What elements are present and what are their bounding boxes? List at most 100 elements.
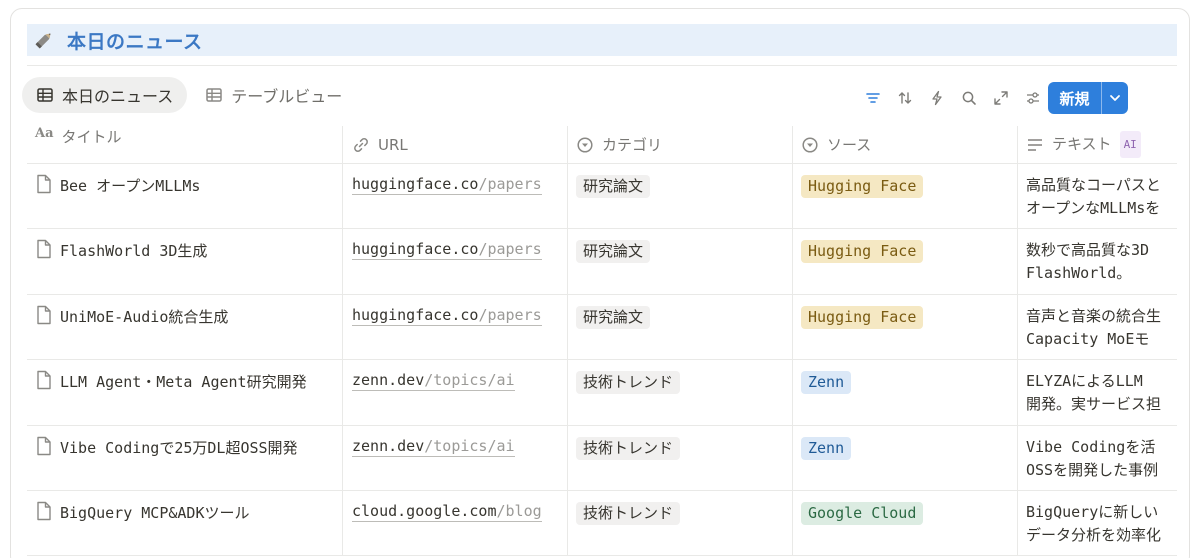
table-row[interactable]: BigQuery MCP&ADKツール cloud.google.com/blo… (27, 490, 1177, 557)
title-cell[interactable]: UniMoE-Audio統合生成 (27, 294, 343, 360)
row-title: UniMoE-Audio統合生成 (60, 307, 229, 326)
new-button-label[interactable]: 新規 (1048, 82, 1101, 114)
url-link[interactable]: huggingface.co/papers (352, 175, 542, 195)
text-cell[interactable]: 数秒で高品質な3D FlashWorld。 (1018, 229, 1177, 293)
page-icon (37, 436, 51, 455)
table-row[interactable]: UniMoE-Audio統合生成 huggingface.co/papers 研… (27, 294, 1177, 361)
category-tag: 研究論文 (576, 305, 651, 329)
title-cell[interactable]: Bee オープンMLLMs (27, 164, 343, 229)
category-cell[interactable]: 技術トレンド (568, 490, 793, 556)
search-button[interactable] (953, 84, 985, 112)
column-header-title[interactable]: Aa タイトル (27, 126, 343, 163)
page-title: 本日のニュース (67, 30, 203, 53)
url-cell[interactable]: zenn.dev/topics/ai (343, 425, 568, 490)
filter-button[interactable] (857, 84, 889, 112)
url-path: /papers (478, 175, 542, 193)
automation-button[interactable] (921, 84, 953, 112)
source-tag: Zenn (801, 371, 852, 395)
url-cell[interactable]: cloud.google.com/blog (343, 490, 568, 556)
page-icon (37, 240, 51, 259)
text-line: ELYZAによるLLM (1026, 372, 1143, 391)
url-link[interactable]: zenn.dev/topics/ai (352, 436, 515, 457)
table-row[interactable]: Bee オープンMLLMs huggingface.co/papers 研究論文… (27, 164, 1177, 230)
toolbar (857, 82, 1049, 114)
tab-table-view[interactable]: テーブルビュー (191, 77, 356, 113)
category-tag: 技術トレンド (576, 436, 681, 460)
url-host: zenn.dev (352, 371, 425, 390)
select-icon (802, 136, 818, 153)
title-cell[interactable]: LLM Agent・Meta Agent研究開発 (27, 360, 343, 425)
expand-icon (994, 91, 1008, 105)
category-cell[interactable]: 研究論文 (568, 164, 793, 229)
url-link[interactable]: cloud.google.com/blog (352, 501, 542, 522)
source-cell[interactable]: Hugging Face (793, 294, 1018, 360)
page-icon (37, 370, 51, 390)
category-cell[interactable]: 研究論文 (568, 294, 793, 360)
text-line: データ分析を効率化 (1026, 525, 1162, 544)
table-row[interactable]: FlashWorld 3D生成 huggingface.co/papers 研究… (27, 229, 1177, 295)
text-cell[interactable]: BigQueryに新しい データ分析を効率化 (1018, 491, 1177, 555)
settings-button[interactable] (1017, 84, 1049, 112)
url-cell[interactable]: huggingface.co/papers (343, 294, 568, 360)
sort-button[interactable] (889, 84, 921, 112)
text-cell[interactable]: 高品質なコーパスと オープンなMLLMsを (1018, 164, 1177, 228)
page-icon (37, 305, 51, 324)
tab-todays-news[interactable]: 本日のニュース (22, 77, 188, 113)
source-cell[interactable]: Zenn (793, 425, 1018, 490)
text-cell[interactable]: 音声と音楽の統合生 Capacity MoEモ (1018, 295, 1177, 359)
new-dropdown-button[interactable] (1102, 82, 1128, 114)
category-cell[interactable]: 研究論文 (568, 229, 793, 294)
category-tag: 研究論文 (576, 175, 651, 198)
text-cell[interactable]: Vibe Codingを活 OSSを開発した事例 (1018, 426, 1177, 490)
url-cell[interactable]: huggingface.co/papers (343, 164, 568, 229)
category-cell[interactable]: 技術トレンド (568, 425, 793, 490)
select-icon (577, 136, 593, 153)
text-lines-icon (1028, 138, 1042, 151)
column-header-source[interactable]: ソース (793, 126, 1018, 163)
source-cell[interactable]: Hugging Face (793, 164, 1018, 229)
pencil-icon (35, 33, 51, 49)
sort-icon (898, 92, 912, 104)
url-cell[interactable]: huggingface.co/papers (343, 229, 568, 294)
column-header-text[interactable]: テキスト AI (1018, 126, 1177, 163)
title-cell[interactable]: BigQuery MCP&ADKツール (27, 490, 343, 556)
text-line: FlashWorld。 (1026, 264, 1132, 283)
column-header-url[interactable]: URL (343, 126, 568, 163)
url-cell[interactable]: zenn.dev/topics/ai (343, 360, 568, 425)
table-row[interactable]: LLM Agent・Meta Agent研究開発 zenn.dev/topics… (27, 360, 1177, 426)
url-host: cloud.google.com (352, 501, 497, 520)
expand-button[interactable] (985, 84, 1017, 112)
text-line: 数秒で高品質な3D (1026, 241, 1150, 260)
url-path: /topics/ai (424, 371, 515, 390)
url-host: huggingface.co (352, 175, 479, 193)
source-tag: Zenn (801, 436, 852, 460)
category-tag: 技術トレンド (576, 501, 681, 525)
table-body: Bee オープンMLLMs huggingface.co/papers 研究論文… (27, 164, 1177, 557)
category-cell[interactable]: 技術トレンド (568, 360, 793, 425)
column-header-category[interactable]: カテゴリ (568, 126, 793, 163)
url-host: zenn.dev (352, 436, 425, 455)
url-link[interactable]: huggingface.co/papers (352, 240, 542, 261)
url-link[interactable]: huggingface.co/papers (352, 305, 542, 326)
row-title: Bee オープンMLLMs (60, 177, 201, 195)
source-cell[interactable]: Google Cloud (793, 490, 1018, 556)
source-cell[interactable]: Zenn (793, 360, 1018, 425)
text-line: Capacity MoEモ (1026, 329, 1150, 348)
text-cell[interactable]: ELYZAによるLLM 開発。実サービス担 (1018, 360, 1177, 424)
divider (27, 65, 1177, 66)
database-frame: 本日のニュース 本日のニュース テーブルビュー 新規 Aa タイトル URL カ… (10, 8, 1190, 558)
row-title: FlashWorld 3D生成 (60, 242, 208, 261)
source-cell[interactable]: Hugging Face (793, 229, 1018, 294)
table-icon (37, 88, 53, 102)
url-path: /topics/ai (424, 436, 515, 455)
table-icon (206, 88, 222, 102)
column-label: カテゴリ (602, 136, 663, 154)
title-cell[interactable]: FlashWorld 3D生成 (27, 229, 343, 294)
table-row[interactable]: Vibe Codingで25万DL超OSS開発 zenn.dev/topics/… (27, 425, 1177, 491)
table-header: Aa タイトル URL カテゴリ ソース テキスト AI (27, 126, 1177, 164)
row-title: LLM Agent・Meta Agent研究開発 (60, 373, 307, 392)
title-cell[interactable]: Vibe Codingで25万DL超OSS開発 (27, 425, 343, 490)
column-label: タイトル (61, 128, 122, 146)
url-link[interactable]: zenn.dev/topics/ai (352, 371, 515, 392)
lightning-icon (932, 90, 942, 106)
